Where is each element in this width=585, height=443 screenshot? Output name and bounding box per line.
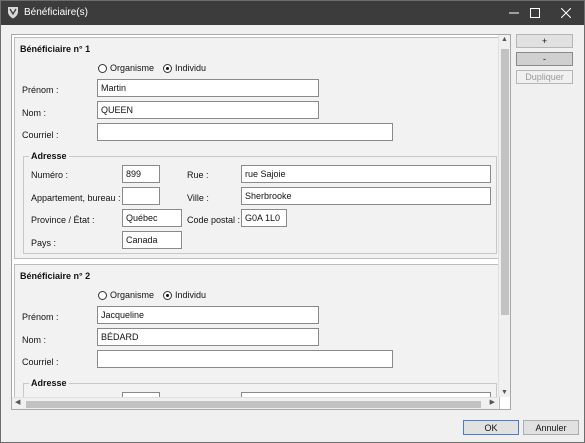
ok-button[interactable]: OK <box>463 420 519 435</box>
radio-individu[interactable] <box>163 290 173 300</box>
pays-label: Pays : <box>31 238 57 248</box>
horizontal-scroll-thumb[interactable] <box>26 401 481 408</box>
appt-label: Appartement, bureau : <box>31 193 121 203</box>
close-icon <box>561 8 571 18</box>
beneficiary-1-group: Bénéficiaire n° 1 Organisme Individu Pré… <box>14 37 500 259</box>
radio-individu[interactable] <box>163 63 173 73</box>
duplicate-button[interactable]: Dupliquer <box>516 70 573 84</box>
courriel-field[interactable] <box>97 123 393 141</box>
title-bar: Bénéficiaire(s) <box>1 1 584 25</box>
numero-field[interactable]: 899 <box>122 165 160 183</box>
address-title: Adresse <box>29 378 69 388</box>
beneficiaries-scroll-panel[interactable]: Bénéficiaire n° 1 Organisme Individu Pré… <box>11 34 511 410</box>
rue-label: Rue : <box>187 170 209 180</box>
beneficiary-2-type: Organisme Individu <box>98 290 212 300</box>
courriel-label: Courriel : <box>22 130 59 140</box>
radio-organisme[interactable] <box>98 290 107 300</box>
prenom-field[interactable]: Jacqueline <box>97 306 319 324</box>
prenom-field[interactable]: Martin <box>97 79 319 97</box>
appt-field[interactable] <box>122 187 160 205</box>
nom-label: Nom : <box>22 335 47 345</box>
nom-field[interactable]: QUEEN <box>97 101 319 119</box>
scroll-right-icon[interactable]: ▶ <box>490 398 495 406</box>
prenom-label: Prénom : <box>22 85 59 95</box>
window-title: Bénéficiaire(s) <box>24 7 88 18</box>
horizontal-scrollbar[interactable]: ◀ ▶ <box>12 397 498 409</box>
ville-label: Ville : <box>187 193 209 203</box>
prenom-label: Prénom : <box>22 312 59 322</box>
remove-beneficiary-button[interactable]: - <box>516 52 573 66</box>
radio-organisme-label[interactable]: Organisme <box>110 290 154 300</box>
scroll-down-icon[interactable]: ▼ <box>501 389 508 396</box>
code-postal-field[interactable]: G0A 1L0 <box>241 209 287 227</box>
address-group: Adresse Numéro : 899 Rue : rue Sajoie Ap… <box>23 151 497 254</box>
vertical-scrollbar[interactable]: ▲ ▼ <box>498 35 510 397</box>
cancel-button[interactable]: Annuler <box>523 420 579 435</box>
app-shield-icon <box>8 7 18 19</box>
add-beneficiary-button[interactable]: + <box>516 34 573 48</box>
radio-organisme[interactable] <box>98 63 107 73</box>
courriel-label: Courriel : <box>22 357 59 367</box>
vertical-scroll-thumb[interactable] <box>501 49 509 315</box>
address-title: Adresse <box>29 151 69 161</box>
ville-field[interactable]: Sherbrooke <box>241 187 491 205</box>
close-button[interactable] <box>546 1 585 25</box>
courriel-field[interactable] <box>97 350 393 368</box>
province-label: Province / État : <box>31 215 95 225</box>
radio-organisme-label[interactable]: Organisme <box>110 63 154 73</box>
maximize-icon <box>530 8 540 18</box>
dialog-window: Bénéficiaire(s) Bénéficiaire n° 1 Organi… <box>0 0 585 443</box>
code-postal-label: Code postal : <box>187 215 241 225</box>
province-field[interactable]: Québec <box>122 209 182 227</box>
scroll-up-icon[interactable]: ▲ <box>501 36 508 43</box>
beneficiary-1-title: Bénéficiaire n° 1 <box>20 44 91 54</box>
numero-label: Numéro : <box>31 170 69 180</box>
nom-label: Nom : <box>22 108 47 118</box>
beneficiary-2-group: Bénéficiaire n° 2 Organisme Individu Pré… <box>14 264 500 409</box>
pays-field[interactable]: Canada <box>122 231 182 249</box>
beneficiary-1-type: Organisme Individu <box>98 63 212 73</box>
rue-field[interactable]: rue Sajoie <box>241 165 491 183</box>
radio-individu-label[interactable]: Individu <box>175 290 206 300</box>
beneficiary-2-title: Bénéficiaire n° 2 <box>20 271 91 281</box>
scroll-left-icon[interactable]: ◀ <box>15 398 20 406</box>
nom-field[interactable]: BÉDARD <box>97 328 319 346</box>
radio-individu-label[interactable]: Individu <box>175 63 206 73</box>
